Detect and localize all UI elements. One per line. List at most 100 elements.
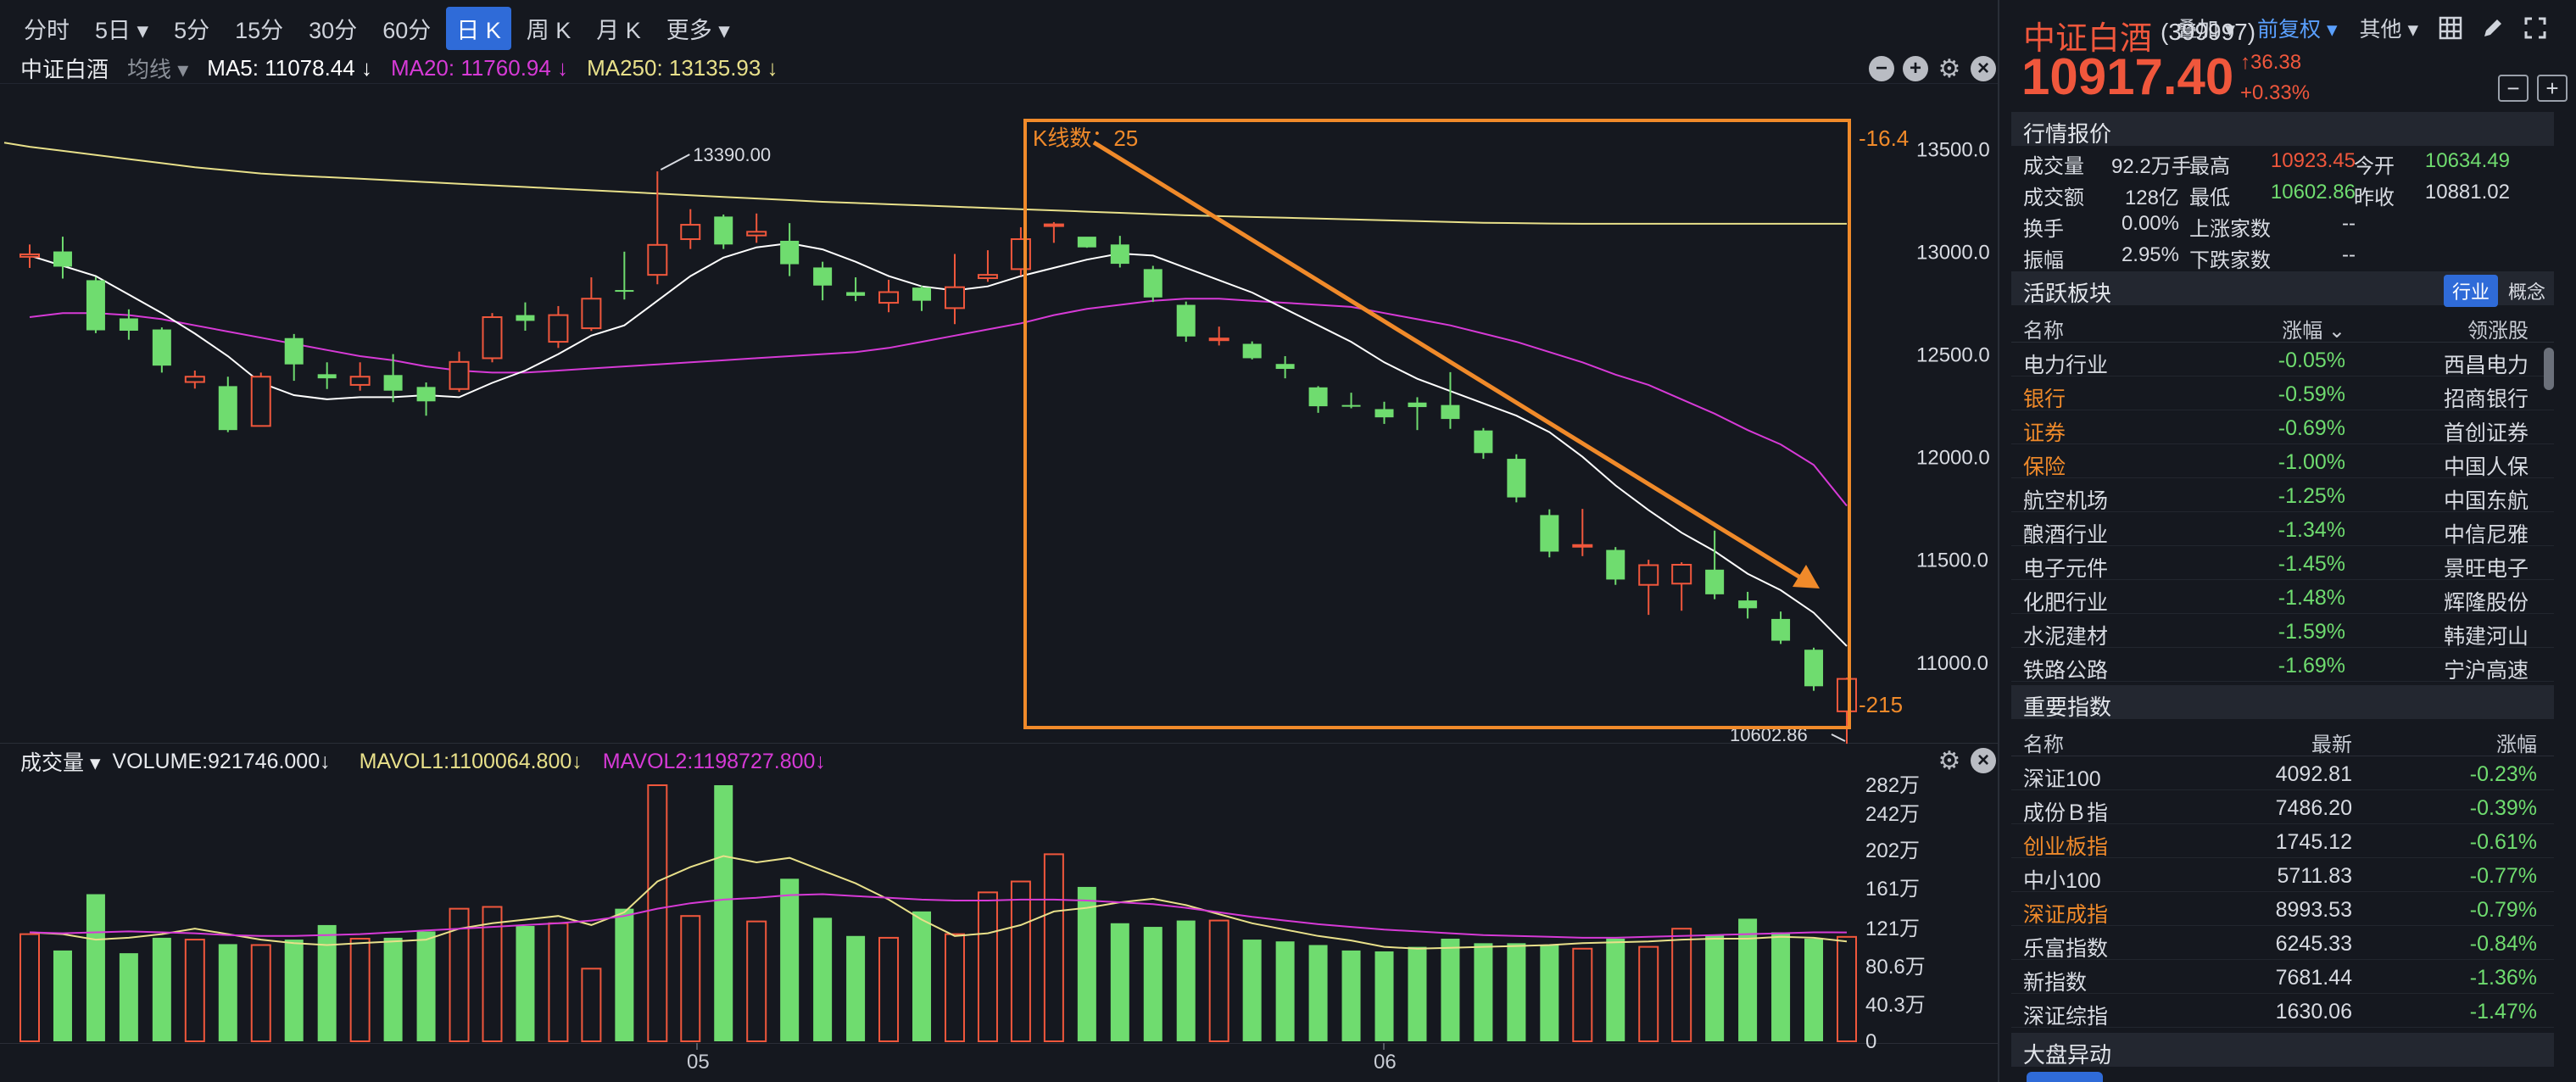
candle-body-down[interactable] — [1606, 549, 1625, 580]
candle-body-down[interactable] — [86, 280, 105, 331]
volume-bar-up[interactable] — [349, 937, 371, 1043]
volume-bar-down[interactable] — [416, 931, 436, 1041]
candle-body-down[interactable] — [284, 337, 304, 365]
volume-bar-up[interactable] — [1208, 919, 1229, 1042]
volume-bar-up[interactable] — [250, 944, 271, 1043]
candle-body-down[interactable] — [846, 292, 866, 296]
candle-body-down[interactable] — [714, 216, 733, 245]
sector-row[interactable]: 航空机场 -1.25% 中国东航 — [2011, 478, 2554, 513]
candle-body-down[interactable] — [1705, 569, 1725, 594]
candle-body-down[interactable] — [1275, 364, 1295, 370]
candle-body-up[interactable] — [482, 316, 503, 360]
candle-body-up[interactable] — [1043, 223, 1064, 227]
volume-bar-down[interactable] — [516, 925, 535, 1041]
candle-body-up[interactable] — [647, 243, 668, 276]
candle-body-down[interactable] — [119, 318, 138, 332]
sector-row[interactable]: 电子元件 -1.45% 景旺电子 — [2011, 546, 2554, 581]
sector-row[interactable]: 证券 -0.69% 首创证券 — [2011, 410, 2554, 445]
volume-bar-down[interactable] — [119, 953, 138, 1041]
candle-body-down[interactable] — [1540, 515, 1559, 552]
sector-row[interactable]: 酿酒行业 -1.34% 中信尼雅 — [2011, 512, 2554, 547]
panel-divider[interactable] — [1998, 0, 1999, 1082]
column-header[interactable]: 名称 — [2023, 728, 2193, 757]
candle-body-up[interactable] — [944, 286, 965, 310]
candle-body-up[interactable] — [581, 298, 602, 330]
trend-arrow-line[interactable] — [1092, 140, 1806, 583]
kline-count-box[interactable] — [1023, 119, 1851, 729]
volume-bar-up[interactable] — [878, 936, 900, 1043]
candle-body-up[interactable] — [680, 224, 701, 241]
sector-row[interactable]: 保险 -1.00% 中国人保 — [2011, 444, 2554, 479]
volume-bar-up[interactable] — [1572, 947, 1593, 1043]
sector-row[interactable]: 电力行业 -0.05% 西昌电力 — [2011, 343, 2554, 377]
volume-bar-down[interactable] — [1441, 938, 1460, 1041]
alert-tab[interactable] — [2027, 1072, 2103, 1082]
candle-body-up[interactable] — [449, 360, 470, 390]
candlestick-chart[interactable]: 13500.0 13000.0 12500.0 12000.0 11500.0 11000… — [0, 0, 1998, 1082]
volume-bar-down[interactable] — [912, 911, 932, 1041]
index-row[interactable]: 创业板指 1745.12 -0.61% — [2011, 824, 2554, 859]
column-header[interactable]: 领涨股 — [2350, 314, 2529, 343]
candle-body-down[interactable] — [813, 267, 833, 286]
volume-bar-down[interactable] — [1606, 938, 1625, 1041]
volume-bar-up[interactable] — [1010, 880, 1031, 1042]
volume-dropdown[interactable]: 成交量 ▾ — [20, 746, 101, 777]
volume-bar-down[interactable] — [780, 878, 800, 1041]
candle-body-up[interactable] — [349, 376, 371, 386]
candle-body-up[interactable] — [1010, 238, 1031, 270]
volume-bar-down[interactable] — [152, 937, 171, 1041]
volume-bar-down[interactable] — [1804, 938, 1824, 1041]
candle-body-down[interactable] — [1374, 409, 1394, 418]
volume-bar-down[interactable] — [1474, 943, 1493, 1041]
candle-body-up[interactable] — [548, 314, 569, 343]
candle-body-down[interactable] — [1474, 430, 1493, 454]
sector-row[interactable]: 化肥行业 -1.48% 辉隆股份 — [2011, 580, 2554, 615]
add-watchlist-button[interactable]: + — [2537, 75, 2568, 102]
index-row[interactable]: 深证100 4092.81 -0.23% — [2011, 756, 2554, 791]
candle-body-down[interactable] — [383, 375, 403, 391]
candle-body-down[interactable] — [1408, 402, 1427, 408]
volume-bar-down[interactable] — [1507, 943, 1526, 1041]
candle-body-down[interactable] — [780, 240, 800, 265]
column-header[interactable]: 涨幅 — [2410, 728, 2537, 757]
volume-bar-down[interactable] — [1408, 946, 1427, 1041]
volume-bar-up[interactable] — [680, 915, 701, 1042]
volume-bar-down[interactable] — [317, 924, 337, 1041]
candle-body-down[interactable] — [912, 287, 932, 301]
index-row[interactable]: 乐富指数 6245.33 -0.84% — [2011, 926, 2554, 961]
volume-bar-down[interactable] — [1143, 927, 1163, 1041]
sector-row[interactable]: 银行 -0.59% 招商银行 — [2011, 376, 2554, 411]
candle-body-up[interactable] — [1208, 337, 1229, 342]
volume-bar-down[interactable] — [383, 937, 403, 1041]
candle-body-down[interactable] — [152, 329, 171, 366]
volume-bar-down[interactable] — [53, 950, 72, 1041]
candle-body-up[interactable] — [746, 231, 767, 237]
volume-bar-down[interactable] — [1308, 945, 1328, 1041]
volume-bar-down[interactable] — [1705, 934, 1725, 1041]
volume-bar-down[interactable] — [1077, 886, 1096, 1041]
candle-body-up[interactable] — [878, 291, 900, 304]
candle-body-down[interactable] — [1738, 600, 1758, 609]
column-header[interactable]: 名称 — [2023, 314, 2193, 343]
candle-body-down[interactable] — [1077, 237, 1096, 248]
candle-body-down[interactable] — [317, 374, 337, 379]
volume-bar-down[interactable] — [714, 785, 733, 1041]
candle-body-down[interactable] — [1507, 459, 1526, 498]
volume-bar-up[interactable] — [20, 933, 40, 1043]
index-row[interactable]: 中小100 5711.83 -0.77% — [2011, 858, 2554, 893]
column-header[interactable]: 涨幅 ⌄ — [2233, 314, 2345, 343]
volume-bar-down[interactable] — [615, 908, 634, 1041]
volume-bar-down[interactable] — [846, 935, 866, 1041]
volume-bar-down[interactable] — [1341, 950, 1361, 1041]
candle-body-down[interactable] — [1308, 387, 1328, 407]
volume-bar-up[interactable] — [944, 933, 965, 1043]
volume-bar-up[interactable] — [1043, 853, 1064, 1042]
volume-bar-down[interactable] — [284, 940, 304, 1041]
index-row[interactable]: 成份Ｂ指 7486.20 -0.39% — [2011, 790, 2554, 825]
candle-body-up[interactable] — [1572, 544, 1593, 548]
candle-body-up[interactable] — [184, 376, 205, 383]
volume-bar-up[interactable] — [1671, 928, 1692, 1043]
volume-bar-up[interactable] — [581, 968, 602, 1043]
volume-bar-down[interactable] — [1738, 918, 1758, 1041]
column-header[interactable]: 最新 — [2233, 728, 2352, 757]
